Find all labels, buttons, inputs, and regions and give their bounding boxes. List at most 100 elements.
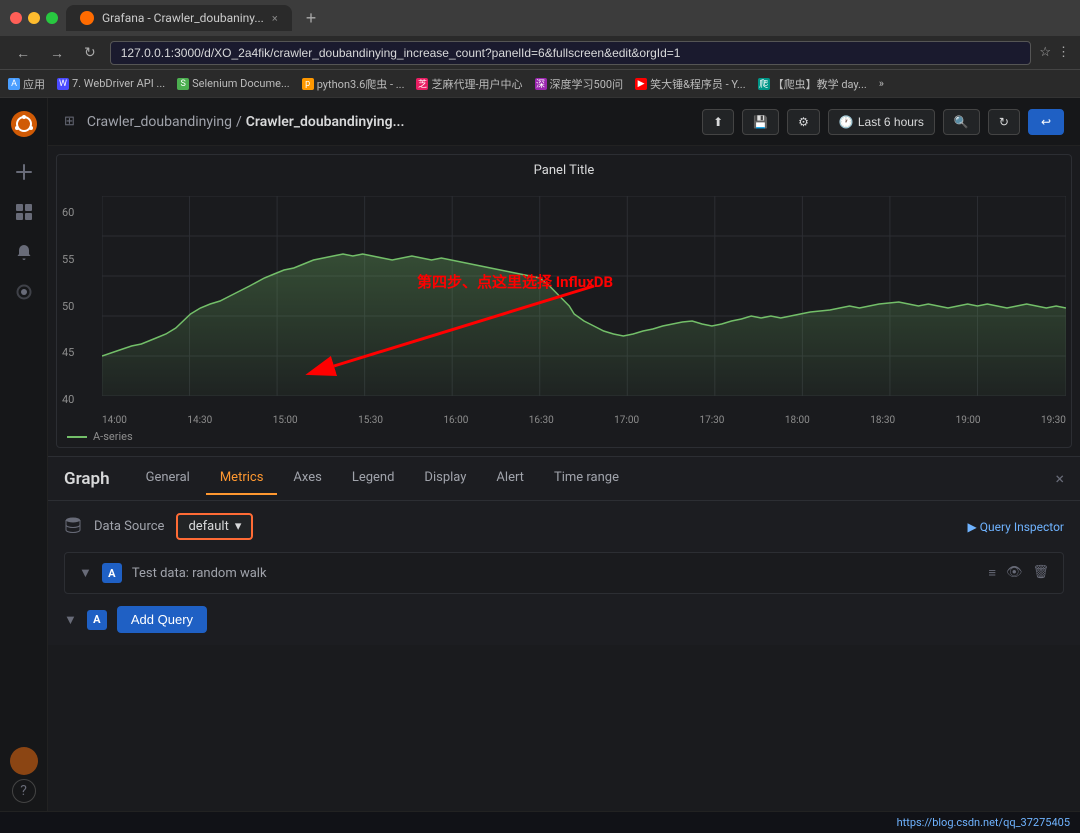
youtube-icon: ▶ [635,78,647,90]
query-reorder-icon[interactable]: ≡ [988,565,996,581]
tab-general[interactable]: General [132,462,204,495]
python-icon: p [302,78,314,90]
back-button[interactable]: ↩ [1028,109,1064,135]
settings-icon: ⚙ [798,115,809,129]
grafana-logo-icon [10,110,38,138]
breadcrumb: Crawler_doubandinying / Crawler_doubandi… [87,114,405,130]
sidebar-gear-icon[interactable] [6,274,42,310]
query-row-0: ▼ A Test data: random walk ≡ 👁 🗑 [64,552,1064,594]
chart-title: Panel Title [57,155,1071,186]
tab-alert[interactable]: Alert [482,462,538,495]
deeplearning-icon: 深 [535,78,547,90]
share-button[interactable]: ⬆ [702,109,734,135]
tab-metrics[interactable]: Metrics [206,462,278,495]
window-controls [10,12,58,24]
refresh-button[interactable]: ↻ [78,42,102,63]
tab-legend[interactable]: Legend [338,462,409,495]
refresh-button[interactable]: ↻ [988,109,1020,135]
user-avatar[interactable] [10,747,38,775]
query-inspector-button[interactable]: ▶ Query Inspector [968,520,1064,534]
panel-container: Panel Title 60 55 50 45 40 [48,146,1080,811]
add-query-letter: A [87,610,107,630]
bookmark-icon[interactable]: ☆ [1039,45,1051,60]
query-visibility-icon[interactable]: 👁 [1006,565,1023,581]
add-query-button[interactable]: Add Query [117,606,207,633]
bookmarks-bar: A 应用 W 7. WebDriver API ... S Selenium D… [0,70,1080,98]
menu-icon[interactable]: ⋮ [1057,45,1070,60]
time-range-button[interactable]: 🕐 Last 6 hours [828,109,935,135]
bookmark-apps-label: 应用 [23,76,45,92]
tab-close-icon[interactable]: × [272,12,278,25]
bookmark-deeplearning[interactable]: 深 深度学习500问 [535,76,624,92]
forward-button[interactable]: → [44,43,70,63]
sidebar-bottom: ? [10,747,38,803]
sidebar-help-icon[interactable]: ? [12,779,36,803]
browser-chrome: Grafana - Crawler_doubaniny... × + [0,0,1080,36]
bookmark-youtube-label: 笑大锤&程序员 - Y... [650,76,746,92]
search-icon: 🔍 [954,115,969,129]
browser-tab[interactable]: Grafana - Crawler_doubaniny... × [66,5,292,31]
sidebar-apps-icon[interactable] [6,194,42,230]
new-tab-button[interactable]: + [300,8,323,29]
zhima-icon: 芝 [416,78,428,90]
bookmark-apps[interactable]: A 应用 [8,76,45,92]
maximize-dot[interactable] [46,12,58,24]
bookmark-youtube[interactable]: ▶ 笑大锤&程序员 - Y... [635,76,746,92]
query-inspector-label: ▶ Query Inspector [968,520,1064,534]
sidebar: ? [0,98,48,811]
save-button[interactable]: 💾 [742,109,779,135]
close-dot[interactable] [10,12,22,24]
query-collapse-chevron[interactable]: ▼ [79,565,92,581]
legend-line-indicator [67,436,87,438]
bookmark-zhima[interactable]: 芝 芝麻代理-用户中心 [416,76,522,92]
status-url: https://blog.csdn.net/qq_37275405 [897,816,1070,829]
datasource-value: default [188,519,228,534]
datasource-select[interactable]: default ▾ [176,513,253,540]
webdriver-icon: W [57,78,69,90]
panel-editor-title: Graph [64,469,110,489]
sidebar-plus-icon[interactable] [6,154,42,190]
chart-svg [102,196,1066,396]
search-button[interactable]: 🔍 [943,109,980,135]
address-bar: ← → ↻ ☆ ⋮ [0,36,1080,70]
bookmark-webdriver[interactable]: W 7. WebDriver API ... [57,77,165,90]
panel-tabs: Graph General Metrics Axes Legend Displa… [48,457,1080,501]
y-axis: 60 55 50 45 40 [62,206,74,406]
legend-area: A-series [57,426,1071,447]
sidebar-bell-icon[interactable] [6,234,42,270]
grafana-logo[interactable] [6,106,42,142]
tab-axes[interactable]: Axes [279,462,335,495]
bookmark-zhima-label: 芝麻代理-用户中心 [431,76,522,92]
address-input[interactable] [110,41,1032,65]
query-actions-0: ≡ 👁 🗑 [988,565,1049,581]
tab-display[interactable]: Display [410,462,480,495]
bookmark-selenium[interactable]: S Selenium Docume... [177,77,290,90]
breadcrumb-parent[interactable]: Crawler_doubandinying [87,114,232,130]
settings-button[interactable]: ⚙ [787,109,820,135]
datasource-row: Data Source default ▾ ▶ Query Inspector [64,513,1064,540]
tab-time-range[interactable]: Time range [540,462,633,495]
query-delete-icon[interactable]: 🗑 [1032,565,1049,581]
bookmark-selenium-label: Selenium Docume... [192,77,290,90]
back-icon: ↩ [1041,115,1051,129]
tab-title: Grafana - Crawler_doubaniny... [102,11,264,25]
add-query-chevron: ▼ [64,612,77,628]
address-icons: ☆ ⋮ [1039,45,1070,60]
datasource-dropdown-icon: ▾ [235,519,242,534]
minimize-dot[interactable] [28,12,40,24]
status-bar: https://blog.csdn.net/qq_37275405 [0,811,1080,833]
chart-area: Panel Title 60 55 50 45 40 [56,154,1072,448]
add-query-row: ▼ A Add Query [64,606,1064,633]
back-button[interactable]: ← [10,43,36,63]
legend-label: A-series [93,430,133,443]
bookmark-python[interactable]: p python3.6爬虫 - ... [302,76,405,92]
bookmark-paichong[interactable]: 爬 【爬虫】教学 day... [758,76,867,92]
header-actions: ⬆ 💾 ⚙ 🕐 Last 6 hours 🔍 ↻ [702,109,1064,135]
bookmark-more[interactable]: » [879,77,884,90]
share-icon: ⬆ [713,115,723,129]
save-icon: 💾 [753,115,768,129]
editor-close-button[interactable]: × [1055,469,1064,488]
breadcrumb-current: Crawler_doubandinying... [246,114,405,130]
tab-favicon [80,11,94,25]
content-area: ⊞ Crawler_doubandinying / Crawler_douban… [48,98,1080,811]
